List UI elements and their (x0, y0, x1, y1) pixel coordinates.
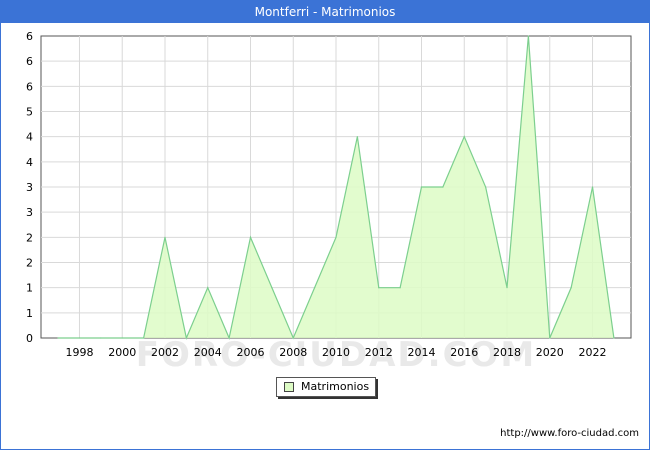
data-point (442, 186, 444, 188)
y-tick-label: 6 (26, 80, 33, 93)
x-tick-label: 1998 (65, 346, 93, 359)
data-point (485, 186, 487, 188)
data-point (143, 337, 145, 339)
x-tick-label: 2022 (579, 346, 607, 359)
x-tick-label: 2016 (450, 346, 478, 359)
data-point (399, 287, 401, 289)
x-tick-label: 2020 (536, 346, 564, 359)
data-point (591, 186, 594, 188)
data-point (549, 337, 551, 339)
data-point (185, 337, 187, 339)
data-point (613, 337, 615, 339)
footer-url[interactable]: http://www.foro-ciudad.com (500, 428, 639, 439)
x-tick-label: 2002 (151, 346, 179, 359)
data-point (228, 337, 230, 339)
data-point (463, 136, 465, 138)
y-tick-label: 5 (26, 106, 33, 119)
legend-label: Matrimonios (301, 380, 370, 393)
y-tick-label: 2 (26, 257, 33, 270)
y-tick-label: 3 (26, 181, 33, 194)
y-tick-label: 6 (26, 55, 33, 68)
data-point (100, 337, 102, 339)
x-tick-label: 2018 (493, 346, 521, 359)
chart-frame: Montferri - Matrimonios FORO-CIUDAD.COM … (0, 0, 650, 450)
y-tick-label: 6 (26, 30, 33, 43)
y-tick-label: 4 (26, 156, 33, 169)
x-tick-label: 2008 (279, 346, 307, 359)
data-point (292, 337, 294, 339)
y-tick-label: 1 (26, 307, 33, 320)
x-tick-label: 2012 (365, 346, 393, 359)
y-tick-label: 2 (26, 231, 33, 244)
data-point (121, 337, 123, 339)
y-tick-label: 3 (26, 206, 33, 219)
legend-swatch (284, 382, 294, 392)
data-point (335, 236, 337, 238)
data-point (164, 236, 166, 238)
y-tick-label: 4 (26, 131, 33, 144)
data-point (506, 287, 508, 289)
x-tick-label: 2000 (108, 346, 136, 359)
y-tick-label: 1 (26, 282, 33, 295)
x-tick-label: 2004 (194, 346, 222, 359)
x-tick-label: 2010 (322, 346, 350, 359)
data-point (314, 287, 316, 289)
data-point (356, 136, 358, 138)
data-point (527, 35, 529, 37)
data-point (57, 337, 59, 339)
data-point (78, 337, 81, 339)
x-tick-label: 2006 (236, 346, 264, 359)
data-point (570, 287, 572, 289)
legend: Matrimonios (276, 377, 376, 397)
data-point (249, 236, 252, 238)
data-point (378, 287, 380, 289)
x-tick-label: 2014 (408, 346, 436, 359)
y-axis-ticks: 0 1 1 2 2 3 3 4 4 5 6 6 6 (26, 30, 33, 345)
data-point (207, 287, 209, 289)
data-point (420, 186, 423, 188)
data-point (271, 287, 273, 289)
y-tick-label: 0 (26, 332, 33, 345)
